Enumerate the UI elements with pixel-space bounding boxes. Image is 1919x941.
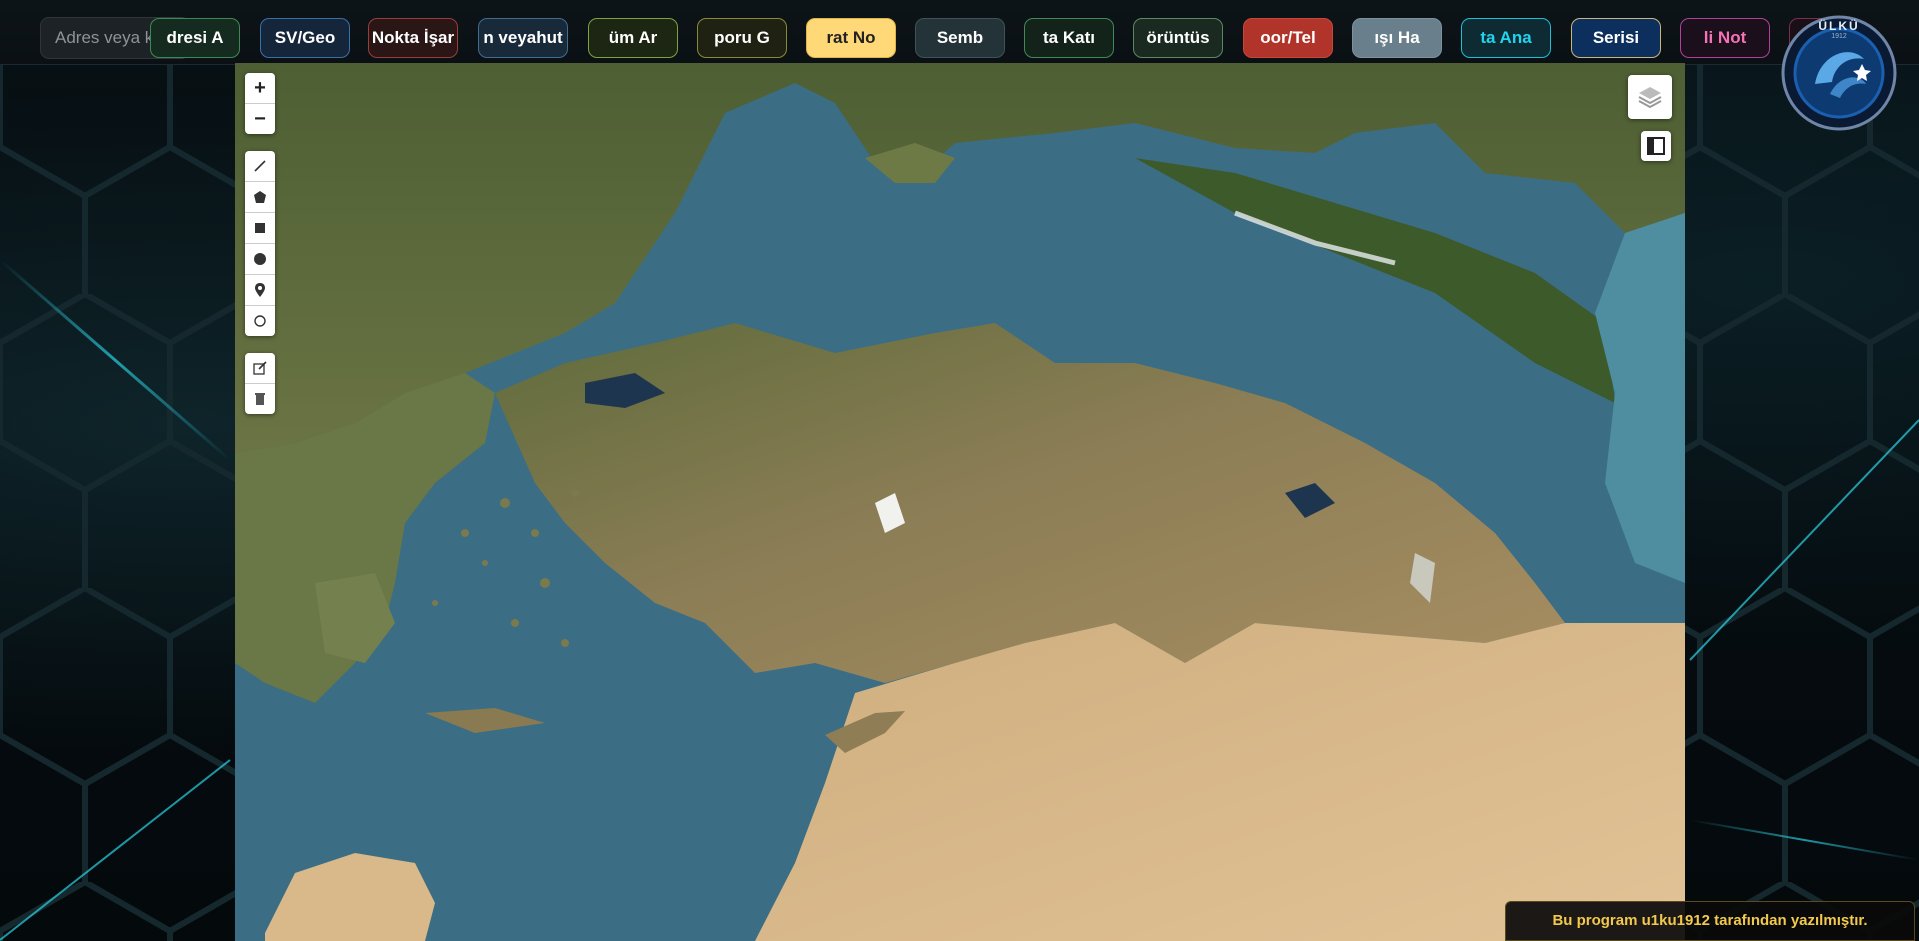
map-imagery: [235, 63, 1685, 941]
ulku-logo: ÜLKÜ 1912: [1780, 14, 1898, 132]
draw-toolbar: [245, 151, 275, 336]
toolbar-button-12[interactable]: ışı Ha: [1352, 18, 1442, 58]
logo-year: 1912: [1831, 33, 1847, 40]
credit-banner: Bu program u1ku1912 tarafından yazılmışt…: [1505, 901, 1915, 941]
toolbar-button-3[interactable]: Nokta İşar: [368, 18, 458, 58]
toolbar-button-9[interactable]: ta Katı: [1024, 18, 1114, 58]
toolbar-button-1[interactable]: dresi A: [150, 18, 240, 58]
toolbar-button-10[interactable]: örüntüs: [1133, 18, 1223, 58]
layers-control[interactable]: [1628, 75, 1672, 119]
polygon-icon[interactable]: [245, 182, 275, 213]
zoom-out-button[interactable]: −: [245, 104, 275, 134]
marker-icon[interactable]: [245, 275, 275, 306]
toolbar-button-13[interactable]: ta Ana: [1461, 18, 1551, 58]
panel-icon: [1647, 137, 1665, 155]
circle-icon[interactable]: [245, 244, 275, 275]
toolbar-button-8[interactable]: Semb: [915, 18, 1005, 58]
toolbar-button-7[interactable]: rat No: [806, 18, 896, 58]
logo-text: ÜLKÜ: [1818, 19, 1860, 33]
rectangle-icon[interactable]: [245, 213, 275, 244]
polyline-icon[interactable]: [245, 151, 275, 182]
fullscreen-control[interactable]: [1641, 131, 1671, 161]
edit-toolbar: [245, 353, 275, 414]
edit-icon[interactable]: [245, 353, 275, 384]
toolbar-button-4[interactable]: n veyahut: [478, 18, 568, 58]
toolbar-button-11[interactable]: oor/Tel: [1243, 18, 1333, 58]
layers-icon: [1638, 87, 1662, 109]
top-toolbar: dresi A SV/Geo Nokta İşar n veyahut üm Ar por…: [0, 0, 1919, 65]
satellite-map[interactable]: + −: [235, 63, 1685, 941]
zoom-in-button[interactable]: +: [245, 73, 275, 104]
toolbar-button-2[interactable]: SV/Geo: [260, 18, 350, 58]
toolbar-button-6[interactable]: poru G: [697, 18, 787, 58]
circle-marker-icon[interactable]: [245, 306, 275, 336]
delete-icon[interactable]: [245, 384, 275, 414]
toolbar-button-5[interactable]: üm Ar: [588, 18, 678, 58]
toolbar-button-14[interactable]: Serisi: [1571, 18, 1661, 58]
toolbar-button-15[interactable]: li Not: [1680, 18, 1770, 58]
zoom-control: + −: [245, 73, 275, 134]
